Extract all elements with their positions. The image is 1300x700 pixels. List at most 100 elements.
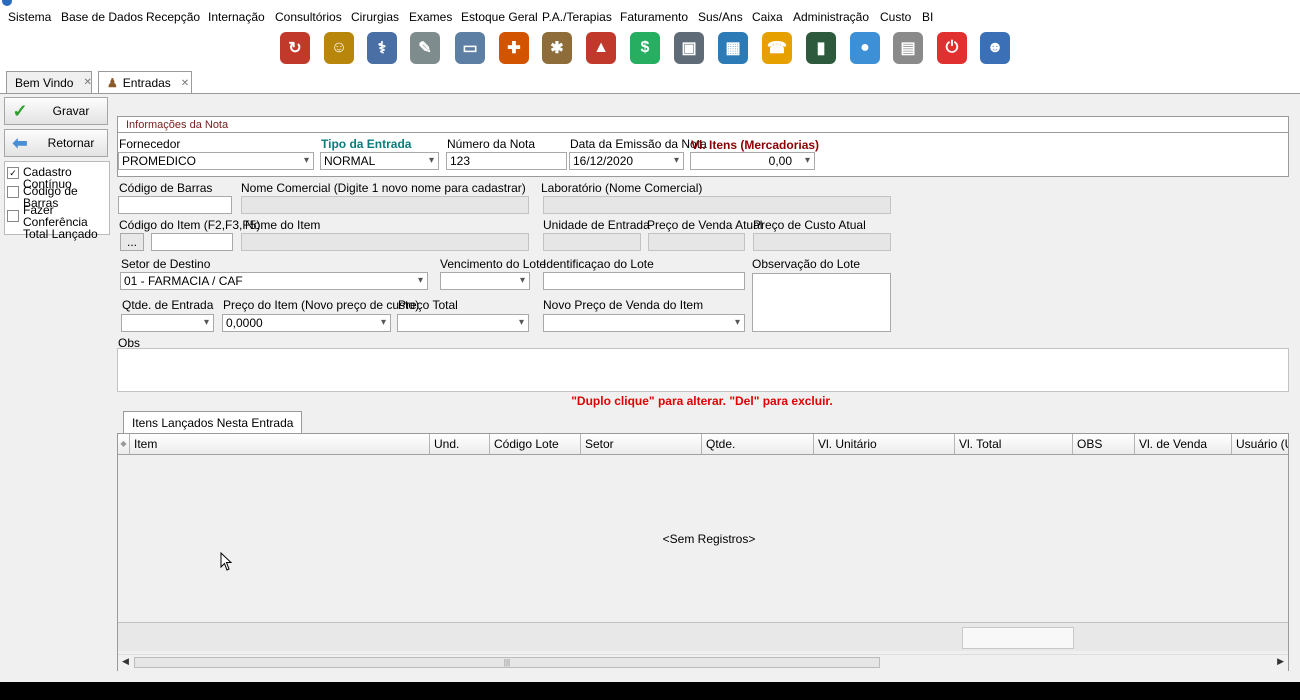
app-window: Sistema Base de Dados Recepção Internaçã… (0, 0, 1300, 682)
destination-sector-label: Setor de Destino (121, 257, 211, 271)
phone-icon[interactable]: ☎ (762, 32, 792, 64)
supplier-label: Fornecedor (119, 137, 181, 151)
column-sector[interactable]: Setor (581, 434, 702, 454)
column-sale-value[interactable]: Vl. de Venda (1135, 434, 1232, 454)
column-qty[interactable]: Qtde. (702, 434, 814, 454)
menu-base-de-dados[interactable]: Base de Dados (61, 10, 143, 24)
column-unit-value[interactable]: Vl. Unitário (814, 434, 955, 454)
invoice-number-input[interactable]: 123 (446, 152, 567, 170)
menu-pa-terapias[interactable]: P.A./Terapias (542, 10, 612, 24)
money-icon[interactable]: $ (630, 32, 660, 64)
tab-entradas[interactable]: ♟ Entradas ✕ (98, 71, 192, 94)
destination-sector-select[interactable]: 01 - FARMACIA / CAF (120, 272, 428, 290)
entry-unit-input (543, 233, 641, 251)
tab-label: Bem Vindo (15, 75, 74, 90)
ambulance-icon[interactable]: ✚ (499, 32, 529, 64)
patient-icon[interactable]: ☺ (324, 32, 354, 64)
user-icon[interactable]: ☻ (980, 32, 1010, 64)
column-user[interactable]: Usuário (Últ (1232, 434, 1288, 454)
total-price-label: Preço Total (398, 298, 458, 312)
entry-type-select[interactable]: NORMAL (320, 152, 439, 170)
entry-qty-select[interactable] (121, 314, 214, 332)
current-cost-price-input (753, 233, 891, 251)
scroll-left-icon[interactable]: ◀ (122, 656, 129, 667)
item-code-input[interactable] (151, 233, 233, 251)
checkbox-checked[interactable]: ✓ (7, 167, 19, 179)
close-icon[interactable]: ✕ (181, 78, 189, 89)
obs-textarea[interactable] (117, 348, 1289, 392)
stock-icon[interactable]: ▲ (586, 32, 616, 64)
notes-icon[interactable]: ✎ (410, 32, 440, 64)
power-icon[interactable]: ⏻ (937, 32, 967, 64)
users-refresh-icon[interactable]: ↻ (280, 32, 310, 64)
issue-date-label: Data da Emissão da Nota (570, 137, 707, 151)
barcode-input[interactable] (118, 196, 232, 214)
commercial-name-label: Nome Comercial (Digite 1 novo nome para … (241, 181, 526, 195)
document-tabs: Bem Vindo ✕ ♟ Entradas ✕ (0, 70, 1300, 94)
invoice-number-label: Número da Nota (447, 137, 536, 151)
close-icon[interactable]: ✕ (83, 77, 91, 88)
commercial-name-input (241, 196, 529, 214)
batch-id-label: Identificaçao do Lote (543, 257, 654, 271)
column-und[interactable]: Und. (430, 434, 490, 454)
bed-icon[interactable]: ▭ (455, 32, 485, 64)
issue-date-picker[interactable]: 16/12/2020 (569, 152, 684, 170)
doctor-icon[interactable]: ⚕ (367, 32, 397, 64)
column-item[interactable]: Item (130, 434, 430, 454)
menu-consultorios[interactable]: Consultórios (275, 10, 342, 24)
finance-icon[interactable]: ▦ (718, 32, 748, 64)
menu-caixa[interactable]: Caixa (752, 10, 783, 24)
scrollbar-thumb[interactable]: ||| (134, 657, 880, 668)
menu-estoque-geral[interactable]: Estoque Geral (461, 10, 538, 24)
row-indicator-icon: ◆ (118, 434, 130, 454)
horizontal-scrollbar[interactable]: ◀ ||| ▶ (118, 654, 1288, 671)
menu-internacao[interactable]: Internação (208, 10, 265, 24)
menu-bi[interactable]: BI (922, 10, 933, 24)
save-label: Gravar (52, 104, 90, 118)
checkbox-unchecked[interactable] (7, 210, 19, 222)
menu-faturamento[interactable]: Faturamento (620, 10, 688, 24)
conference-checkbox[interactable]: Fazer Conferência Total Lançado (5, 204, 109, 240)
item-price-select[interactable]: 0,0000 (222, 314, 391, 332)
new-sale-price-select[interactable] (543, 314, 745, 332)
menu-sus-ans[interactable]: Sus/Ans (698, 10, 743, 24)
back-button[interactable]: ⬅ Retornar (4, 129, 108, 157)
batch-notes-label: Observação do Lote (752, 257, 861, 271)
menu-administracao[interactable]: Administração (793, 10, 869, 24)
items-value-label: Vl. Itens (Mercadorias) (691, 138, 820, 152)
items-grid: ◆ Item Und. Código Lote Setor Qtde. Vl. … (117, 433, 1289, 671)
entry-qty-label: Qtde. de Entrada (122, 298, 214, 312)
menu-recepcao[interactable]: Recepção (146, 10, 200, 24)
back-label: Retornar (47, 136, 95, 150)
report-icon[interactable]: ▤ (893, 32, 923, 64)
checkmark-icon: ✓ (12, 100, 28, 121)
laboratory-label: Laboratório (Nome Comercial) (541, 181, 703, 195)
mouse-cursor-icon (220, 552, 233, 571)
menu-custo[interactable]: Custo (880, 10, 911, 24)
items-value-input[interactable]: 0,00 (690, 152, 815, 170)
tab-bem-vindo[interactable]: Bem Vindo ✕ (6, 71, 92, 93)
batch-expiry-select[interactable] (440, 272, 530, 290)
medicine-icon[interactable]: ✱ (542, 32, 572, 64)
menu-cirurgias[interactable]: Cirurgias (351, 10, 399, 24)
total-price-select[interactable] (397, 314, 529, 332)
batch-id-input[interactable] (543, 272, 745, 290)
tab-items-launched[interactable]: Itens Lançados Nesta Entrada (123, 411, 303, 433)
menu-sistema[interactable]: Sistema (8, 10, 51, 24)
browse-button[interactable]: ... (120, 233, 144, 251)
menu-exames[interactable]: Exames (409, 10, 452, 24)
book-icon[interactable]: ▮ (806, 32, 836, 64)
stock-person-icon: ♟ (107, 76, 118, 90)
entry-type-label: Tipo da Entrada (321, 137, 412, 151)
safe-icon[interactable]: ▣ (674, 32, 704, 64)
column-total-value[interactable]: Vl. Total (955, 434, 1073, 454)
scroll-right-icon[interactable]: ▶ (1277, 656, 1284, 667)
column-obs[interactable]: OBS (1073, 434, 1135, 454)
chat-icon[interactable]: ● (850, 32, 880, 64)
checkbox-unchecked[interactable] (7, 186, 19, 198)
batch-expiry-label: Vencimento do Lote (440, 257, 547, 271)
batch-notes-textarea[interactable] (752, 273, 891, 332)
supplier-select[interactable]: PROMEDICO (118, 152, 314, 170)
column-batch-code[interactable]: Código Lote (490, 434, 581, 454)
save-button[interactable]: ✓ Gravar (4, 97, 108, 125)
